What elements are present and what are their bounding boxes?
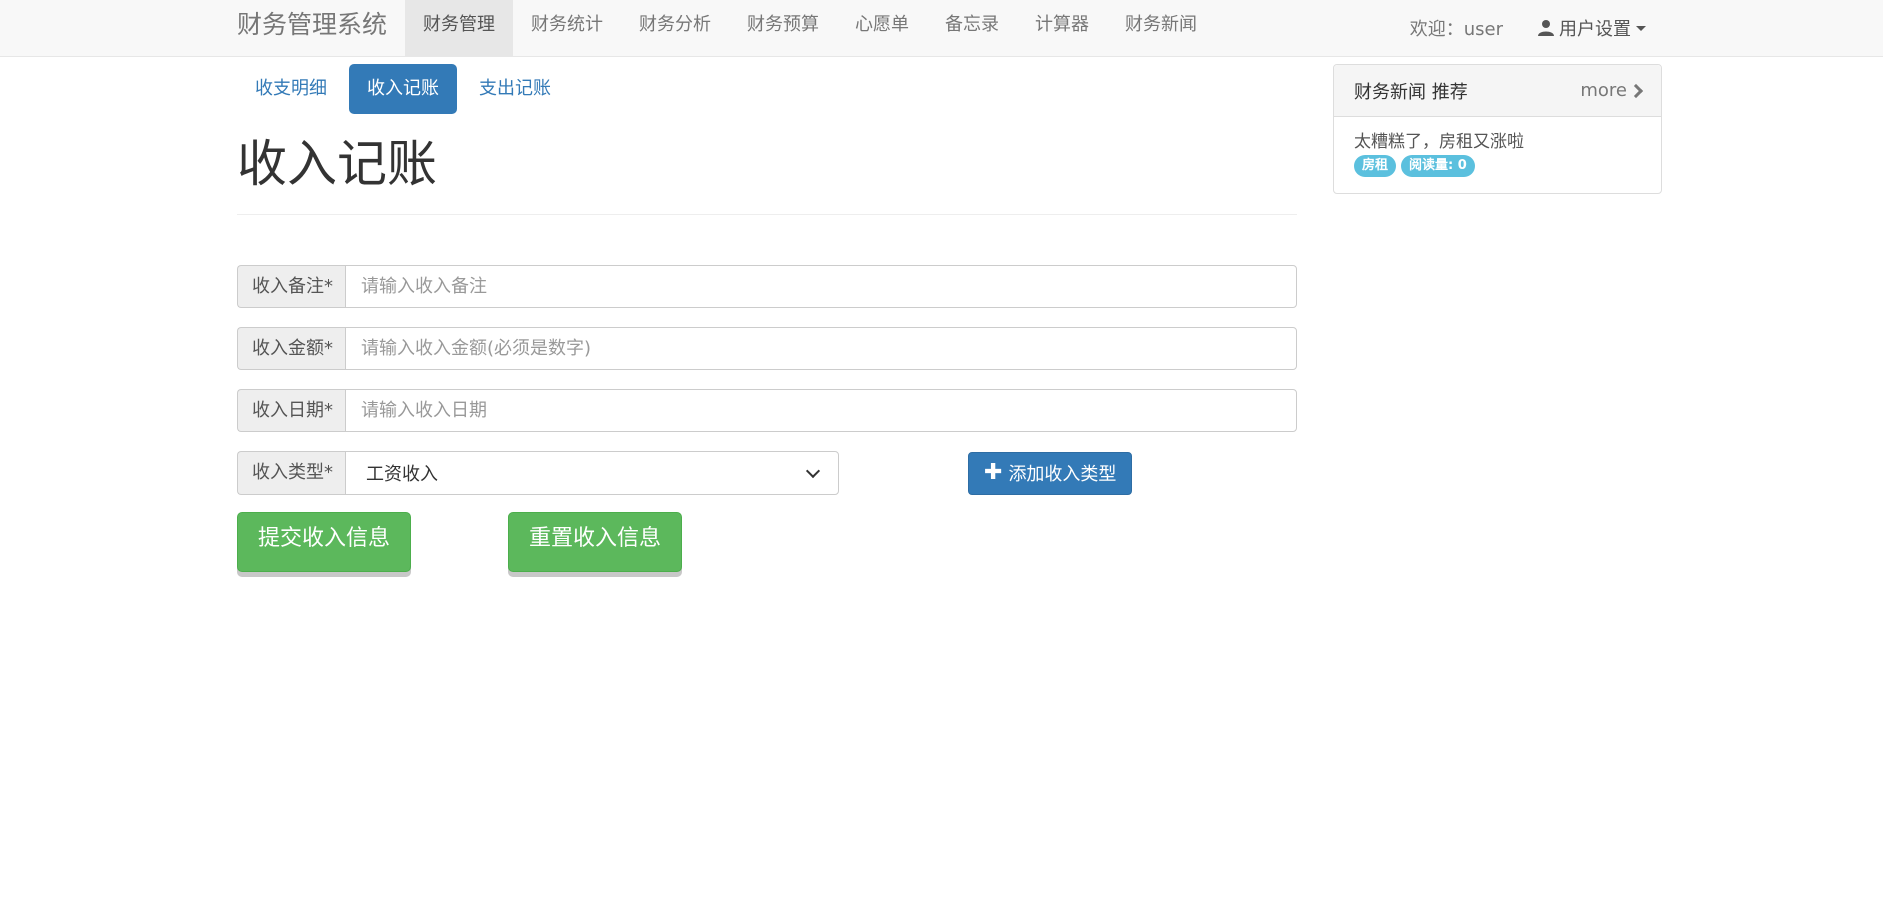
reset-income-button[interactable]: 重置收入信息 — [508, 512, 683, 572]
nav-item-finance-management[interactable]: 财务管理 — [405, 0, 513, 56]
news-item-labels: 房租 阅读量: 0 — [1354, 155, 1641, 177]
chevron-right-icon — [1628, 83, 1644, 98]
user-icon — [1538, 20, 1554, 36]
main-nav: 财务管理 财务统计 财务分析 财务预算 心愿单 备忘录 计算器 财务新闻 — [405, 0, 1215, 56]
user-settings-label: 用户设置 — [1559, 19, 1631, 40]
note-input-group: 收入备注* — [237, 265, 1297, 308]
form-actions: 提交收入信息 重置收入信息 — [237, 512, 1297, 572]
user-settings-dropdown[interactable]: 用户设置 — [1537, 15, 1646, 41]
news-more-link[interactable]: more — [1580, 80, 1644, 101]
news-more-label: more — [1580, 80, 1627, 101]
amount-input-group: 收入金额* — [237, 327, 1297, 370]
nav-item-finance-statistics[interactable]: 财务统计 — [513, 0, 621, 56]
main-content: 收支明细 收入记账 支出记账 收入记账 收入备注* 收入金额* 收入日期* 收入… — [237, 64, 1297, 572]
nav-item-wishlist[interactable]: 心愿单 — [837, 0, 927, 56]
news-tag-badge: 房租 — [1354, 155, 1397, 177]
news-panel: 财务新闻 推荐 more 太糟糕了，房租又涨啦 房租 阅读量: 0 — [1333, 64, 1662, 194]
welcome-text: 欢迎：user — [1409, 19, 1503, 40]
tab-expense-record[interactable]: 支出记账 — [461, 64, 569, 114]
add-income-type-button[interactable]: ✚ 添加收入类型 — [968, 451, 1133, 495]
note-label: 收入备注* — [237, 265, 345, 308]
submit-income-button[interactable]: 提交收入信息 — [237, 512, 412, 572]
nav-item-finance-analysis[interactable]: 财务分析 — [621, 0, 729, 56]
top-navbar: 财务管理系统 财务管理 财务统计 财务分析 财务预算 心愿单 备忘录 计算器 财… — [0, 0, 1883, 57]
date-input-group: 收入日期* — [237, 389, 1297, 432]
note-input[interactable] — [345, 265, 1297, 308]
news-reads-badge: 阅读量: 0 — [1401, 155, 1475, 177]
amount-input[interactable] — [345, 327, 1297, 370]
news-panel-heading: 财务新闻 推荐 more — [1334, 65, 1661, 117]
nav-right: 欢迎：user 用户设置 — [1410, 0, 1646, 56]
nav-item-memo[interactable]: 备忘录 — [927, 0, 1017, 56]
plus-icon: ✚ — [984, 460, 1003, 485]
nav-item-finance-budget[interactable]: 财务预算 — [729, 0, 837, 56]
income-form: 收入备注* 收入金额* 收入日期* 收入类型* 工资收入 ✚ 添加收入类型 提交… — [237, 265, 1297, 572]
type-label: 收入类型* — [237, 451, 345, 495]
news-panel-title: 财务新闻 推荐 — [1354, 81, 1468, 103]
page-title: 收入记账 — [237, 135, 437, 193]
income-type-select[interactable]: 工资收入 — [345, 451, 839, 495]
type-row: 收入类型* 工资收入 ✚ 添加收入类型 — [237, 451, 1297, 495]
nav-item-calculator[interactable]: 计算器 — [1017, 0, 1107, 56]
news-item-title[interactable]: 太糟糕了，房租又涨啦 — [1354, 131, 1641, 153]
nav-item-finance-news[interactable]: 财务新闻 — [1107, 0, 1215, 56]
tab-income-expense-detail[interactable]: 收支明细 — [237, 64, 345, 114]
add-income-type-label: 添加收入类型 — [1008, 464, 1117, 485]
date-input[interactable] — [345, 389, 1297, 432]
title-divider — [237, 214, 1297, 215]
chevron-down-icon — [805, 463, 821, 478]
tab-income-record[interactable]: 收入记账 — [349, 64, 457, 114]
date-label: 收入日期* — [237, 389, 345, 432]
income-type-selected: 工资收入 — [366, 464, 438, 485]
sub-tabs: 收支明细 收入记账 支出记账 — [237, 64, 1297, 114]
caret-down-icon — [1636, 25, 1646, 31]
amount-label: 收入金额* — [237, 327, 345, 370]
brand-title[interactable]: 财务管理系统 — [237, 0, 387, 56]
news-panel-body: 太糟糕了，房租又涨啦 房租 阅读量: 0 — [1334, 117, 1661, 191]
